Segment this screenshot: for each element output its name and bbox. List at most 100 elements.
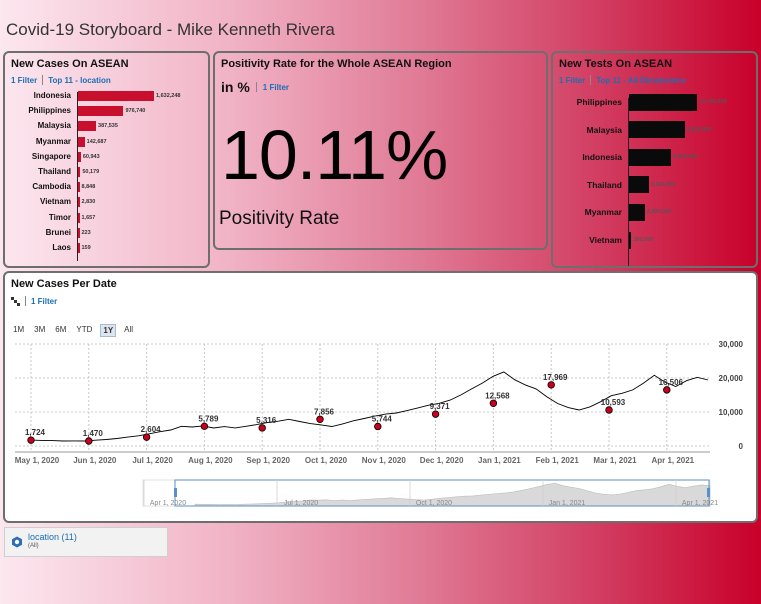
bar-category-label: Malaysia [37, 121, 71, 131]
bar[interactable] [78, 182, 80, 193]
new-tests-bar-chart: Philippines 10,765,000 Malaysia 8,859,000 In… [553, 89, 756, 266]
new-tests-card[interactable]: New Tests On ASEAN 1 Filter Top 11 - All… [551, 51, 758, 268]
bar-value-label: 1,632,248 [156, 93, 181, 99]
filter-count-link[interactable]: 1 Filter [559, 76, 585, 85]
x-tick-label: Jan 1, 2021 [478, 456, 521, 465]
x-tick-label: Jul 1, 2020 [132, 456, 173, 465]
separator [590, 75, 592, 85]
data-point-label: 12,568 [485, 391, 510, 400]
data-point-marker [85, 437, 93, 445]
bar-value-label: 50,179 [82, 169, 100, 175]
x-tick-label: Aug 1, 2020 [188, 456, 233, 465]
bar[interactable] [78, 197, 80, 208]
bar[interactable] [629, 231, 632, 249]
navigator-tick-label: Jul 1, 2020 [284, 500, 318, 507]
bar-category-label: Vietnam [40, 197, 71, 207]
new-cases-title: New Cases On ASEAN [11, 58, 129, 70]
data-point-marker [663, 386, 671, 394]
bar[interactable] [629, 203, 645, 221]
bar-category-label: Myanmar [584, 207, 622, 218]
data-point-label: 1,470 [83, 429, 104, 438]
new-cases-filter-row[interactable]: 1 Filter Top 11 - location [11, 75, 111, 85]
x-tick-label: Jun 1, 2020 [73, 456, 117, 465]
separator [255, 82, 257, 92]
new-cases-per-date-card[interactable]: New Cases Per Date 1 Filter 1M 3M 6M YTD… [3, 271, 758, 523]
bar-value-label: 6,650,000 [673, 154, 698, 161]
bar-value-label: 159 [81, 245, 91, 251]
bar-value-label: 1,657 [81, 214, 96, 221]
bar[interactable] [78, 243, 80, 253]
positivity-unit-row: in % 1 Filter [221, 79, 289, 95]
bar[interactable] [629, 121, 685, 139]
new-cases-card[interactable]: New Cases On ASEAN 1 Filter Top 11 - loc… [3, 51, 210, 268]
bar-value-label: 2,487,000 [646, 209, 672, 216]
bar-value-label: 2,830 [81, 199, 96, 206]
data-point-marker [489, 399, 498, 407]
x-tick-label: Apr 1, 2021 [651, 456, 694, 465]
bar-value-label: 387,535 [98, 123, 118, 130]
positivity-rate-card[interactable]: Positivity Rate for the Whole ASEAN Regi… [213, 51, 548, 250]
new-tests-title: New Tests On ASEAN [559, 58, 673, 70]
bar-value-label: 142,687 [86, 138, 107, 145]
bar[interactable] [629, 148, 671, 166]
new-tests-filter-row[interactable]: 1 Filter Top 11 - All Dimensions [559, 75, 686, 85]
data-point-marker [200, 422, 209, 431]
bar[interactable] [78, 106, 124, 117]
navigator-tick-label: Oct 1, 2020 [416, 500, 452, 507]
location-filter-panel[interactable]: location (11) (All) [4, 527, 168, 557]
top-n-filter-link[interactable]: Top 11 - All Dimensions [596, 76, 685, 85]
x-tick-label: Feb 1, 2021 [536, 456, 580, 465]
positivity-rate-caption: Positivity Rate [219, 208, 340, 229]
bar-value-label: 60,943 [82, 153, 100, 160]
bar[interactable] [78, 121, 97, 132]
bar[interactable] [629, 176, 649, 194]
new-cases-line-chart: 0 10,000 20,000 30,000 May 1, 2020 Jun 1, 202… [15, 340, 744, 507]
data-point-marker [258, 424, 266, 432]
data-point-marker [27, 436, 35, 444]
y-tick-label: 20,000 [719, 374, 744, 383]
bar-category-label: Indonesia [582, 152, 622, 163]
x-tick-label: Nov 1, 2020 [362, 456, 407, 465]
page-title: Covid-19 Storyboard - Mike Kenneth River… [6, 20, 335, 39]
bar[interactable] [78, 151, 81, 162]
bar-category-label: Myanmar [35, 136, 71, 146]
data-point-label: 9,371 [430, 402, 451, 411]
bar-category-label: Laos [52, 243, 71, 252]
bar-value-label: 976,740 [125, 108, 146, 115]
bar[interactable] [78, 91, 154, 101]
bar[interactable] [78, 227, 80, 238]
x-tick-label: Sep 1, 2020 [246, 456, 290, 465]
data-point-label: 7,856 [314, 407, 335, 416]
data-point-label: 10,593 [601, 398, 626, 407]
navigator-tick-label: Apr 1, 2020 [150, 500, 186, 507]
x-tick-label: Mar 1, 2021 [593, 456, 637, 465]
data-point-marker [605, 406, 613, 414]
bar[interactable] [78, 167, 81, 177]
top-n-filter-link[interactable]: Top 11 - location [48, 76, 111, 85]
data-point-marker [374, 422, 382, 431]
location-filter-value: (All) [28, 543, 39, 549]
bar-category-label: Philippines [576, 97, 622, 107]
navigator-tick-label: Apr 1, 2021 [682, 500, 718, 507]
location-filter-name[interactable]: location (11) [28, 532, 77, 542]
bar-category-label: Brunei [45, 227, 71, 237]
bar-category-label: Indonesia [33, 91, 71, 100]
y-tick-label: 10,000 [719, 408, 744, 417]
data-point-label: 5,789 [198, 414, 219, 423]
filter-count-link[interactable]: 1 Filter [11, 76, 37, 85]
bar-value-label: 3,163,000 [650, 181, 676, 188]
positivity-rate-value: 10.11% [221, 116, 448, 194]
bar[interactable] [629, 93, 697, 111]
data-point-label: 17,969 [543, 373, 568, 382]
filter-count-link[interactable]: 1 Filter [263, 83, 289, 92]
bar[interactable] [78, 212, 80, 223]
bar[interactable] [78, 136, 85, 147]
data-point-marker [547, 381, 555, 389]
bar-value-label: 223 [81, 229, 91, 236]
x-tick-label: May 1, 2020 [15, 456, 60, 465]
bar-category-label: Vietnam [589, 235, 622, 245]
bar-category-label: Thailand [38, 167, 71, 176]
new-cases-bar-chart: Indonesia 1,632,248 Philippines 976,740 Mala… [5, 86, 208, 262]
bar-value-label: 10,765,000 [699, 99, 727, 105]
data-point-label: 5,744 [372, 414, 393, 423]
